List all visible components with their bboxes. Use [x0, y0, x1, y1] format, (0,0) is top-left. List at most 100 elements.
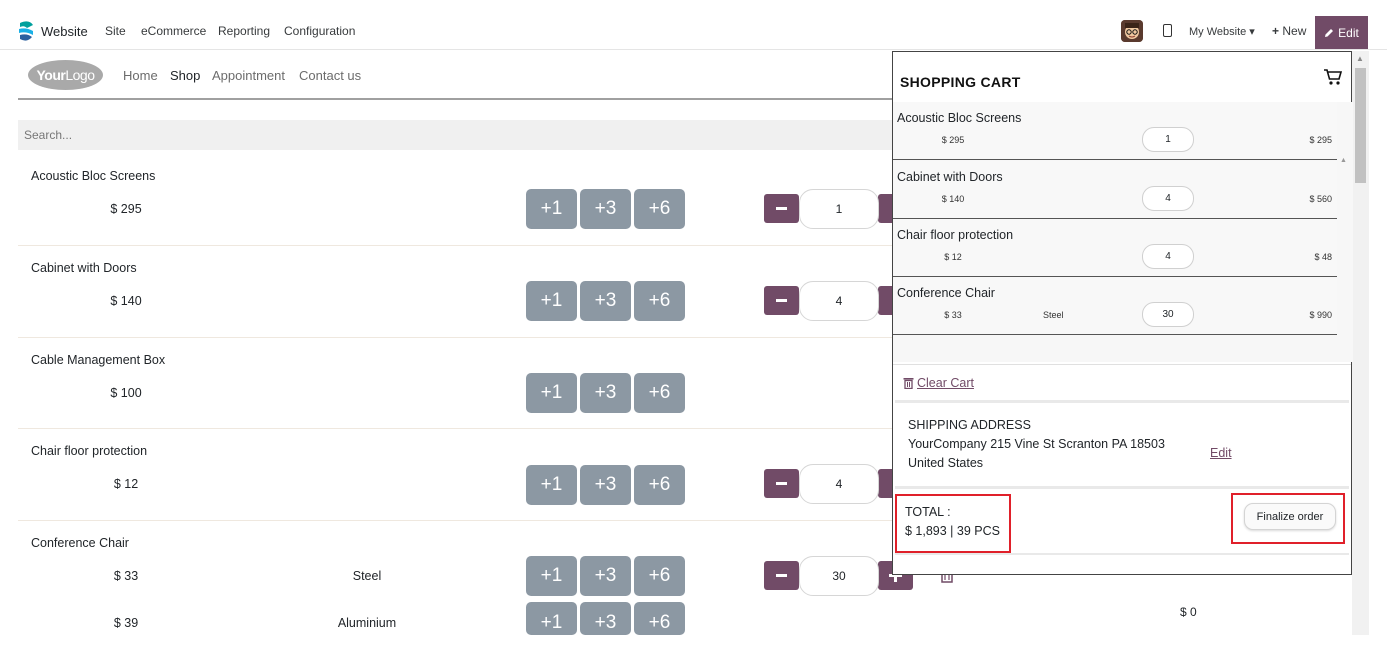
shipping-address-line: YourCompany 215 Vine St Scranton PA 1850…: [908, 437, 1165, 451]
pencil-icon: [1325, 28, 1334, 37]
product-name: Chair floor protection: [31, 444, 148, 458]
quantity-input[interactable]: 4: [799, 464, 879, 504]
minus-icon: [776, 574, 787, 577]
clear-cart-link[interactable]: Clear Cart: [903, 376, 974, 390]
scroll-up-arrow-icon[interactable]: ▲: [1356, 54, 1364, 63]
search-input[interactable]: [18, 120, 898, 150]
nav-contact-us[interactable]: Contact us: [299, 68, 361, 83]
decrease-qty-button[interactable]: [764, 194, 799, 223]
add-1-button[interactable]: +1: [526, 281, 577, 321]
row-divider: [18, 245, 898, 246]
shipping-address-title: SHIPPING ADDRESS: [908, 418, 1031, 432]
product-variant: Steel: [352, 569, 382, 583]
menu-configuration[interactable]: Configuration: [284, 24, 355, 38]
add-1-button[interactable]: +1: [526, 556, 577, 596]
add-1-button[interactable]: +1: [526, 189, 577, 229]
add-3-button[interactable]: +3: [580, 556, 631, 596]
cart-item-total: $ 990: [1309, 310, 1332, 320]
shipping-address-country: United States: [908, 456, 984, 470]
page-scroll-thumb[interactable]: [1355, 68, 1366, 183]
add-3-button[interactable]: +3: [580, 281, 631, 321]
cart-item-price: $ 12: [944, 252, 962, 262]
menu-site[interactable]: Site: [105, 24, 126, 38]
cart-items-list[interactable]: Acoustic Bloc Screens $ 295 1 $ 295 Cabi…: [893, 102, 1353, 362]
menu-ecommerce[interactable]: eCommerce: [141, 24, 206, 38]
add-6-button[interactable]: +6: [634, 373, 685, 413]
add-6-button[interactable]: +6: [634, 556, 685, 596]
shopping-cart-icon: [1324, 69, 1343, 85]
admin-topbar: Website Site eCommerce Reporting Configu…: [0, 0, 1387, 50]
nav-home[interactable]: Home: [123, 68, 158, 83]
product-price: $ 140: [110, 294, 142, 308]
cart-item-total: $ 48: [1314, 252, 1332, 262]
cart-divider: [893, 364, 1351, 365]
edit-address-link[interactable]: Edit: [1210, 446, 1232, 460]
cart-item-price: $ 33: [944, 310, 962, 320]
add-6-button[interactable]: +6: [634, 189, 685, 229]
cart-item-price: $ 140: [941, 194, 965, 204]
app-title[interactable]: Website: [41, 24, 88, 39]
site-logo[interactable]: Your Logo: [28, 60, 103, 90]
product-price: $ 33: [113, 569, 139, 583]
product-price: $ 295: [110, 202, 142, 216]
nav-shop[interactable]: Shop: [170, 68, 200, 83]
product-name: Cabinet with Doors: [31, 261, 137, 275]
clear-cart-label: Clear Cart: [917, 376, 974, 390]
edit-button[interactable]: Edit: [1315, 16, 1368, 49]
mobile-preview-icon[interactable]: [1163, 24, 1172, 37]
cart-item-name: Acoustic Bloc Screens: [897, 111, 1022, 125]
decrease-qty-button[interactable]: [764, 469, 799, 498]
total-label: TOTAL :: [905, 505, 951, 519]
row-divider: [18, 520, 898, 521]
cart-item-qty[interactable]: 30: [1142, 302, 1194, 327]
cart-item: Cabinet with Doors $ 140 4 $ 560: [893, 161, 1337, 219]
cart-item-price: $ 295: [941, 135, 965, 145]
cart-scroll-up-icon[interactable]: ▲: [1340, 157, 1347, 164]
cart-item-qty[interactable]: 1: [1142, 127, 1194, 152]
add-3-button[interactable]: +3: [580, 602, 631, 635]
logo-text-rest: Logo: [65, 67, 95, 83]
add-1-button[interactable]: +1: [526, 373, 577, 413]
menu-reporting[interactable]: Reporting: [218, 24, 270, 38]
cart-item: Chair floor protection $ 12 4 $ 48: [893, 219, 1337, 277]
cart-title: SHOPPING CART: [900, 74, 1021, 90]
section-divider: [895, 400, 1349, 403]
logo-text-bold: Your: [36, 67, 66, 83]
line-total: $ 0: [1180, 605, 1197, 619]
cart-item-name: Chair floor protection: [897, 228, 1014, 242]
product-name: Acoustic Bloc Screens: [31, 169, 156, 183]
product-name: Conference Chair: [31, 536, 129, 550]
add-6-button[interactable]: +6: [634, 602, 685, 635]
add-3-button[interactable]: +3: [580, 465, 631, 505]
user-avatar[interactable]: [1121, 20, 1143, 42]
trash-icon: [903, 378, 914, 389]
add-1-button[interactable]: +1: [526, 465, 577, 505]
section-divider: [895, 553, 1349, 555]
quantity-input[interactable]: 4: [799, 281, 879, 321]
decrease-qty-button[interactable]: [764, 561, 799, 590]
decrease-qty-button[interactable]: [764, 286, 799, 315]
cart-item-total: $ 560: [1309, 194, 1332, 204]
header-divider: [18, 98, 898, 100]
cart-item-name: Cabinet with Doors: [897, 170, 1003, 184]
cart-item-qty[interactable]: 4: [1142, 244, 1194, 269]
product-price: $ 39: [113, 616, 139, 630]
cart-item: Conference Chair $ 33 Steel 30 $ 990: [893, 277, 1337, 335]
add-6-button[interactable]: +6: [634, 281, 685, 321]
cart-item-qty[interactable]: 4: [1142, 186, 1194, 211]
nav-appointment[interactable]: Appointment: [212, 68, 285, 83]
my-website-dropdown[interactable]: My Website ▾: [1189, 25, 1255, 38]
new-button[interactable]: + New: [1272, 24, 1306, 38]
product-variant: Aluminium: [337, 616, 397, 630]
quantity-input[interactable]: 1: [799, 189, 879, 229]
cart-item-name: Conference Chair: [897, 286, 995, 300]
add-1-button[interactable]: +1: [526, 602, 577, 635]
odoo-website-logo-icon[interactable]: [17, 20, 35, 42]
cart-item-total: $ 295: [1309, 135, 1332, 145]
add-6-button[interactable]: +6: [634, 465, 685, 505]
add-3-button[interactable]: +3: [580, 189, 631, 229]
quantity-input[interactable]: 30: [799, 556, 879, 596]
minus-icon: [776, 482, 787, 485]
add-3-button[interactable]: +3: [580, 373, 631, 413]
finalize-order-button[interactable]: Finalize order: [1244, 503, 1336, 530]
